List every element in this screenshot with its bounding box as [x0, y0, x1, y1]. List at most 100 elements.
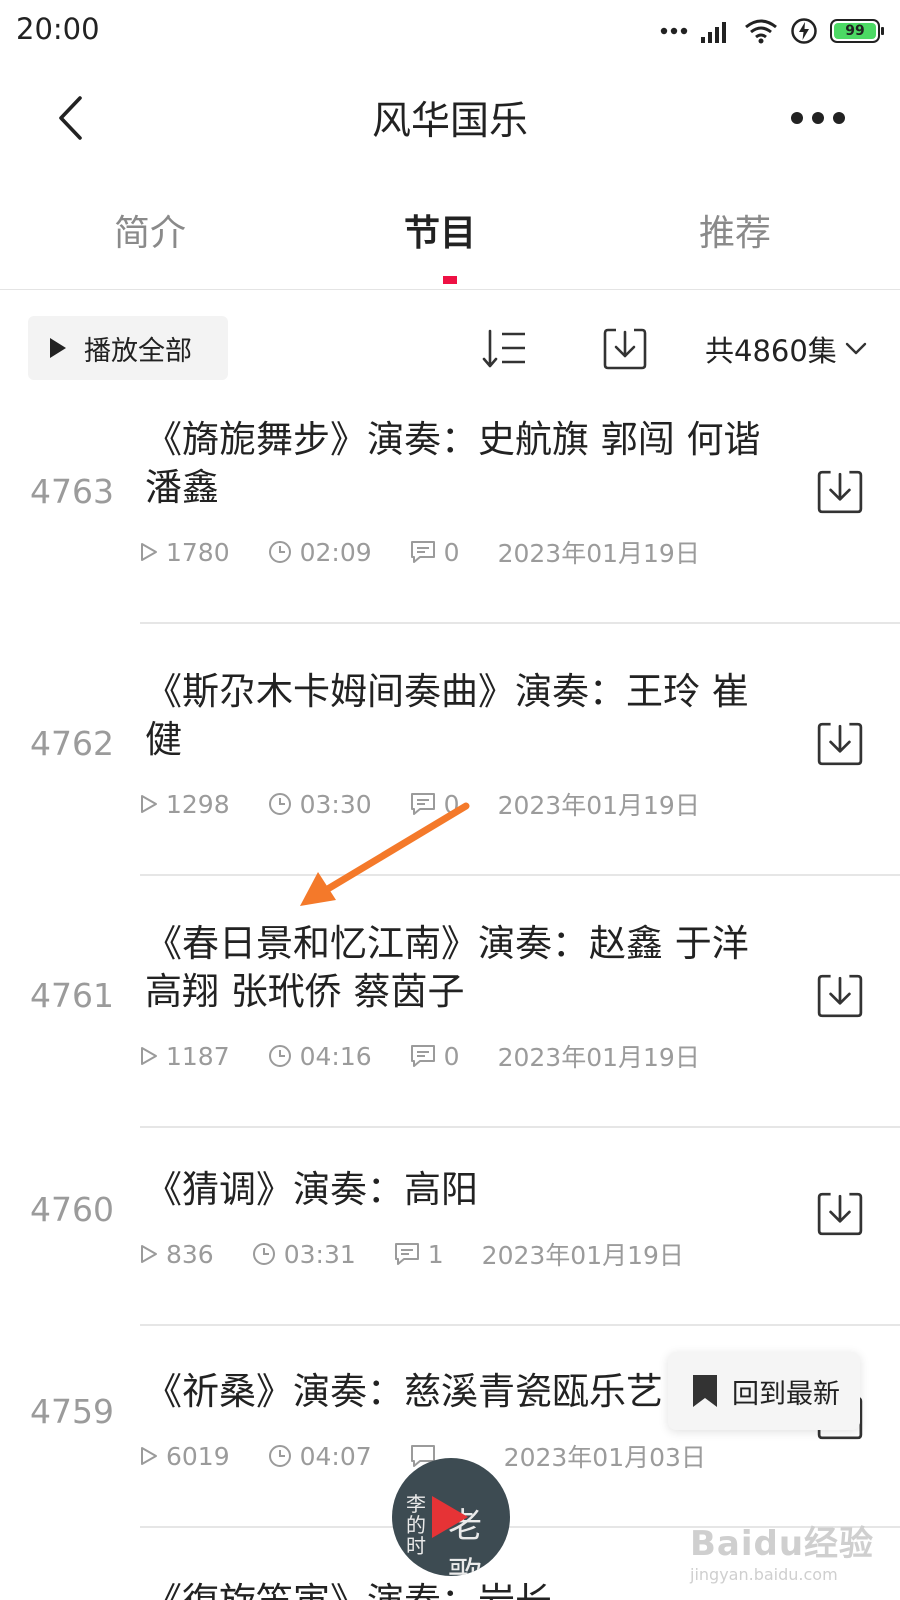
cover-text-left: 李的时	[406, 1492, 426, 1558]
duration: 03:31	[283, 1239, 356, 1269]
play-all-button[interactable]: 播放全部	[28, 316, 228, 380]
publish-date: 2023年01月03日	[503, 1443, 706, 1472]
play-count-icon	[140, 542, 158, 562]
episode-number: 4759	[30, 1392, 114, 1431]
publish-date: 2023年01月19日	[481, 1241, 684, 1270]
clock-icon	[268, 540, 292, 564]
clock-icon	[268, 1044, 292, 1068]
episode-meta: 836 03:31 1 2023年01月19日	[140, 1236, 722, 1272]
play-count-icon	[140, 1446, 158, 1466]
battery-icon: 99	[830, 19, 884, 43]
divider	[140, 622, 900, 624]
episode-download-button[interactable]	[814, 718, 866, 770]
more-dot-icon	[833, 112, 845, 124]
play-count-icon	[140, 794, 158, 814]
sort-button[interactable]	[478, 322, 532, 376]
episode-download-button[interactable]	[814, 970, 866, 1022]
episode-title: 《旖旎舞步》演奏：史航旗 郭闯 何谐 潘鑫	[145, 418, 761, 509]
back-to-latest-button[interactable]: 回到最新	[668, 1352, 860, 1430]
comment-icon	[410, 792, 436, 816]
tab-recommend[interactable]: 推荐	[585, 204, 885, 256]
download-icon	[817, 974, 863, 1018]
charging-icon	[791, 18, 817, 44]
episode-count-label: 共4860集	[705, 334, 837, 368]
comment-icon	[410, 540, 436, 564]
battery-level: 99	[834, 23, 876, 39]
episode-meta: 1187 04:16 0 2023年01月19日	[140, 1038, 738, 1074]
batch-download-button[interactable]	[598, 322, 652, 376]
page-title: 风华国乐	[371, 99, 528, 144]
more-dot-icon	[791, 112, 803, 124]
episode-title: 《斯尕木卡姆间奏曲》演奏：王玲 崔健	[145, 670, 749, 761]
more-dot-icon	[812, 112, 824, 124]
active-tab-indicator	[443, 276, 457, 284]
play-icon	[50, 338, 66, 358]
play-count: 1298	[166, 789, 230, 819]
play-count: 1187	[166, 1041, 230, 1071]
episode-number: 4760	[30, 1190, 114, 1229]
duration: 04:16	[299, 1041, 372, 1071]
publish-date: 2023年01月19日	[497, 1043, 700, 1072]
watermark-brand: Baidu经验	[690, 1524, 875, 1564]
publish-date: 2023年01月19日	[497, 791, 700, 820]
watermark: Baidu经验 jingyan.baidu.com	[690, 1516, 874, 1584]
comment-count: 0	[443, 789, 460, 819]
play-count-icon	[140, 1046, 158, 1066]
comment-count: 0	[443, 537, 460, 567]
play-count-icon	[140, 1244, 158, 1264]
list-toolbar: 播放全部 共4860集	[0, 316, 900, 380]
download-icon	[817, 1192, 863, 1236]
clock-icon	[268, 792, 292, 816]
episode-title: 《春日景和忆江南》演奏：赵鑫 于洋 高翔 张玳侨 蔡茵子	[145, 922, 749, 1013]
duration: 03:30	[299, 789, 372, 819]
episode-count-dropdown[interactable]: 共4860集	[705, 328, 867, 370]
download-icon	[817, 470, 863, 514]
play-all-label: 播放全部	[84, 335, 192, 367]
episode-title: 《猜调》演奏：高阳	[145, 1168, 478, 1211]
mini-player[interactable]: 李的时 老歌	[392, 1458, 510, 1576]
status-bar: 20:00 99	[0, 0, 900, 62]
divider	[140, 874, 900, 876]
more-options-button[interactable]	[780, 88, 856, 148]
tab-bar: 简介 节目 推荐	[0, 180, 900, 290]
episode-number: 4761	[30, 976, 114, 1015]
divider	[140, 1324, 900, 1326]
episode-number: 4763	[30, 472, 114, 511]
status-icons: 99	[660, 14, 884, 48]
episode-download-button[interactable]	[814, 466, 866, 518]
tab-programs[interactable]: 节目	[290, 204, 590, 256]
episode-download-button[interactable]	[814, 1188, 866, 1240]
play-icon[interactable]	[432, 1496, 468, 1538]
download-icon	[603, 328, 647, 370]
watermark-url: jingyan.baidu.com	[690, 1565, 838, 1584]
wifi-icon	[745, 19, 777, 44]
episode-meta: 1298 03:30 0 2023年01月19日	[140, 786, 738, 822]
back-to-latest-label: 回到最新	[732, 1378, 840, 1410]
comment-icon	[410, 1044, 436, 1068]
clock-icon	[268, 1444, 292, 1468]
play-count: 1780	[166, 537, 230, 567]
episode-meta: 1780 02:09 0 2023年01月19日	[140, 534, 738, 570]
publish-date: 2023年01月19日	[497, 539, 700, 568]
divider	[140, 1126, 900, 1128]
bookmark-icon	[693, 1375, 717, 1407]
duration: 04:07	[299, 1441, 372, 1471]
more-dots-icon	[660, 27, 688, 35]
header: 风华国乐	[0, 62, 900, 174]
duration: 02:09	[299, 537, 372, 567]
sort-order-icon	[482, 329, 525, 368]
episode-number: 4762	[30, 724, 114, 763]
comment-icon	[394, 1242, 420, 1266]
play-count: 6019	[166, 1441, 230, 1471]
tab-intro[interactable]: 简介	[0, 204, 300, 256]
clock-icon	[252, 1242, 276, 1266]
signal-icon	[701, 22, 726, 43]
chevron-down-icon	[845, 342, 867, 355]
play-count: 836	[166, 1239, 214, 1269]
episode-title: 《復旋笛寅》演奏：岩长	[145, 1578, 785, 1600]
comment-count: 1	[427, 1239, 444, 1269]
episode-title: 《祈桑》演奏：慈溪青瓷瓯乐艺	[145, 1370, 663, 1413]
download-icon	[817, 722, 863, 766]
status-time: 20:00	[16, 12, 100, 46]
comment-count: 0	[443, 1041, 460, 1071]
